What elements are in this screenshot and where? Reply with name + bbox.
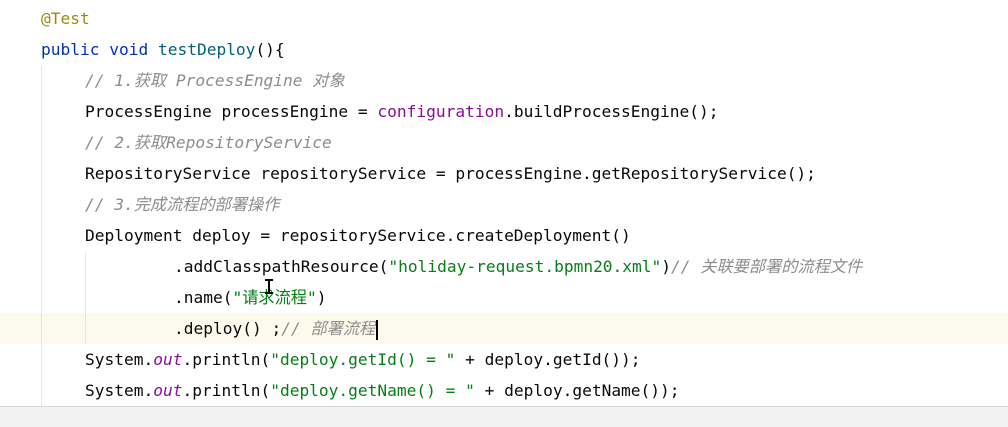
code-token: void bbox=[109, 40, 149, 59]
code-token: out bbox=[153, 381, 183, 400]
code-token: // 2.获取RepositoryService bbox=[85, 133, 332, 152]
code-line-content: .deploy() ;// 部署流程 bbox=[174, 313, 379, 344]
code-token: ) bbox=[316, 288, 327, 307]
code-line-content: @Test bbox=[41, 3, 90, 34]
code-token: (){ bbox=[255, 40, 285, 59]
text-caret bbox=[376, 319, 379, 340]
code-line-10[interactable]: .name("请求流程") bbox=[0, 282, 1008, 313]
code-token: Deployment deploy = repositoryService.cr… bbox=[85, 226, 631, 245]
code-line-content: // 1.获取 ProcessEngine 对象 bbox=[85, 65, 345, 96]
code-line-4[interactable]: ProcessEngine processEngine = configurat… bbox=[0, 96, 1008, 127]
code-token: public bbox=[41, 40, 100, 59]
code-line-content: public void testDeploy(){ bbox=[41, 34, 285, 65]
code-line-13[interactable]: System.out.println("deploy.getName() = "… bbox=[0, 375, 1008, 406]
code-line-1[interactable]: @Test bbox=[0, 3, 1008, 34]
code-line-content: System.out.println("deploy.getId() = " +… bbox=[85, 344, 641, 375]
code-token: System. bbox=[85, 350, 154, 369]
code-editor[interactable]: @Test public void testDeploy(){ // 1.获取 … bbox=[0, 0, 1008, 427]
code-token: .buildProcessEngine(); bbox=[504, 102, 719, 121]
code-token: // 1.获取 ProcessEngine 对象 bbox=[85, 71, 345, 90]
code-token: .println( bbox=[182, 350, 271, 369]
code-token: + deploy.getId()); bbox=[455, 350, 641, 369]
code-token: .println( bbox=[182, 381, 271, 400]
i-beam-cursor-icon bbox=[265, 278, 273, 294]
code-token: "请求流程" bbox=[232, 288, 317, 307]
code-token: System. bbox=[85, 381, 154, 400]
code-line-12[interactable]: System.out.println("deploy.getId() = " +… bbox=[0, 344, 1008, 375]
code-line-content: ProcessEngine processEngine = configurat… bbox=[85, 96, 718, 127]
code-token: // 关联要部署的流程文件 bbox=[671, 257, 863, 276]
code-line-3[interactable]: // 1.获取 ProcessEngine 对象 bbox=[0, 65, 1008, 96]
code-token: // 3.完成流程的部署操作 bbox=[85, 195, 280, 214]
code-line-content: .name("请求流程") bbox=[174, 282, 326, 313]
editor-bottom-bar bbox=[0, 406, 1008, 427]
code-line-content: System.out.println("deploy.getName() = "… bbox=[85, 375, 680, 406]
code-token: .deploy() ; bbox=[174, 319, 282, 338]
code-line-6[interactable]: RepositoryService repositoryService = pr… bbox=[0, 158, 1008, 189]
code-line-7[interactable]: // 3.完成流程的部署操作 bbox=[0, 189, 1008, 220]
code-token: "deploy.getName() = " bbox=[270, 381, 475, 400]
code-token: .addClasspathResource( bbox=[174, 257, 389, 276]
code-token: @Test bbox=[41, 9, 90, 28]
code-line-content: // 3.完成流程的部署操作 bbox=[85, 189, 279, 220]
code-line-content: .addClasspathResource("holiday-request.b… bbox=[174, 251, 862, 282]
indent-guide bbox=[85, 252, 86, 344]
code-line-content: Deployment deploy = repositoryService.cr… bbox=[85, 220, 631, 251]
code-token: testDeploy bbox=[157, 40, 256, 59]
code-line-content: // 2.获取RepositoryService bbox=[85, 127, 332, 158]
code-token: configuration bbox=[377, 102, 505, 121]
indent-guide bbox=[41, 66, 42, 406]
code-line-11-current[interactable]: .deploy() ;// 部署流程 bbox=[0, 313, 1008, 344]
code-line-9[interactable]: .addClasspathResource("holiday-request.b… bbox=[0, 251, 1008, 282]
code-line-2[interactable]: public void testDeploy(){ bbox=[0, 34, 1008, 65]
code-token: out bbox=[153, 350, 183, 369]
code-line-8[interactable]: Deployment deploy = repositoryService.cr… bbox=[0, 220, 1008, 251]
code-token: .name( bbox=[174, 288, 233, 307]
code-line-5[interactable]: // 2.获取RepositoryService bbox=[0, 127, 1008, 158]
code-token: ProcessEngine processEngine = bbox=[85, 102, 378, 121]
code-token: RepositoryService repositoryService = pr… bbox=[85, 164, 816, 183]
code-line-content: RepositoryService repositoryService = pr… bbox=[85, 158, 816, 189]
code-token: "deploy.getId() = " bbox=[270, 350, 456, 369]
code-token: // 部署流程 bbox=[281, 319, 376, 338]
code-token: "holiday-request.bpmn20.xml" bbox=[388, 257, 662, 276]
code-token: ) bbox=[661, 257, 672, 276]
code-token: + deploy.getName()); bbox=[474, 381, 680, 400]
